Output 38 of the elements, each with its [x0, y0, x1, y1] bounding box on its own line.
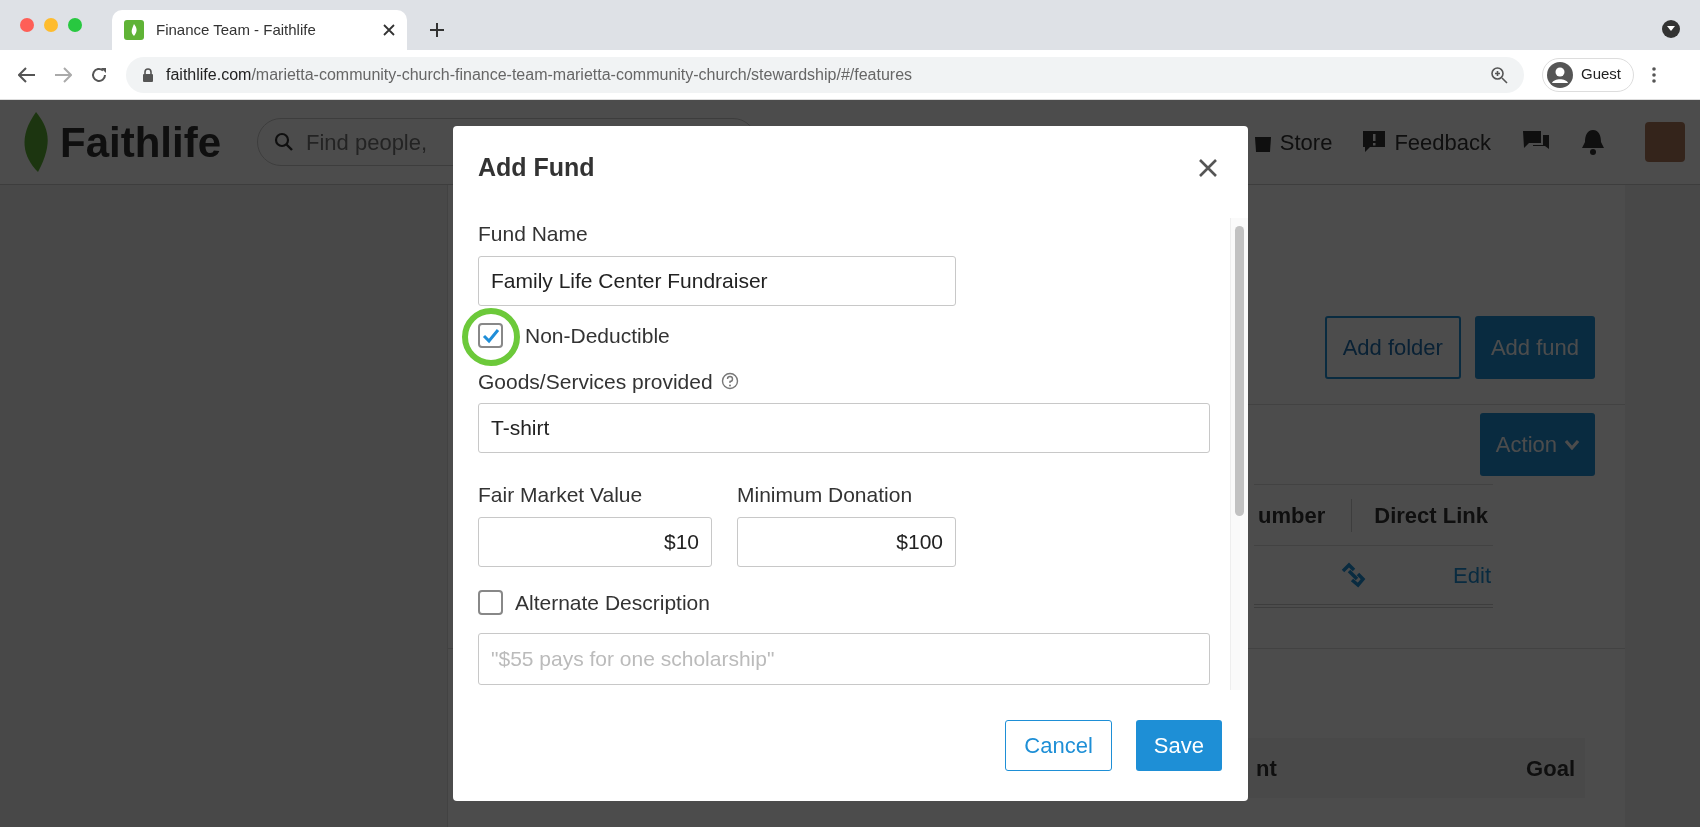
dialog-button[interactable]: Save: [1135, 720, 1222, 771]
description-field[interactable]: "$55 pays for one scholarship": [478, 632, 1210, 685]
text-field[interactable]: $100: [737, 516, 956, 567]
back-icon[interactable]: [18, 66, 36, 83]
text-field[interactable]: $10: [478, 516, 712, 567]
checkbox-label: Alternate Description: [515, 589, 710, 616]
column-header: nt: [1256, 754, 1277, 783]
close-icon[interactable]: [1198, 158, 1218, 178]
zoom-icon[interactable]: [1490, 65, 1508, 84]
url-text: faithlife.com/marietta-community-church-finance-team-marietta-community-church/stewardship/#/features: [166, 64, 914, 85]
flame-icon: [124, 20, 144, 40]
checkbox-label: Non-Deductible: [525, 322, 670, 349]
close-icon[interactable]: [383, 24, 395, 36]
more-icon[interactable]: [1652, 66, 1657, 83]
help-icon[interactable]: [720, 372, 739, 391]
dialog-title: Add Fund: [478, 152, 595, 184]
field-label: Goods/Services provided: [478, 368, 713, 395]
forward-icon[interactable]: [54, 66, 72, 83]
close-window-icon[interactable]: [20, 18, 34, 32]
column-header: Goal: [1526, 754, 1575, 783]
checkbox[interactable]: [478, 590, 503, 615]
lock-icon: [142, 67, 154, 82]
logo-text: Faithlife: [60, 117, 221, 168]
column-header: Direct Link: [1373, 501, 1488, 530]
scrollbar-thumb[interactable]: [1235, 226, 1244, 516]
browser-tab[interactable]: Finance Team - Faithlife: [112, 10, 407, 50]
text-field[interactable]: Family Life Center Fundraiser: [478, 255, 956, 306]
checkbox[interactable]: [478, 323, 503, 348]
person-icon: [1547, 61, 1573, 88]
address-bar[interactable]: faithlife.com/marietta-community-church-finance-team-marietta-community-church/stewardship/#/features: [126, 56, 1524, 93]
dialog-button[interactable]: Cancel: [1005, 720, 1112, 771]
text-field[interactable]: T-shirt: [478, 403, 1210, 453]
dropdown-icon[interactable]: [1662, 20, 1680, 38]
field-label: Fair Market Value: [478, 482, 644, 508]
field-label: Fund Name: [478, 221, 589, 247]
field-label: Minimum Donation: [737, 482, 914, 508]
reload-icon[interactable]: [90, 65, 108, 84]
new-tab-icon[interactable]: [429, 22, 445, 38]
